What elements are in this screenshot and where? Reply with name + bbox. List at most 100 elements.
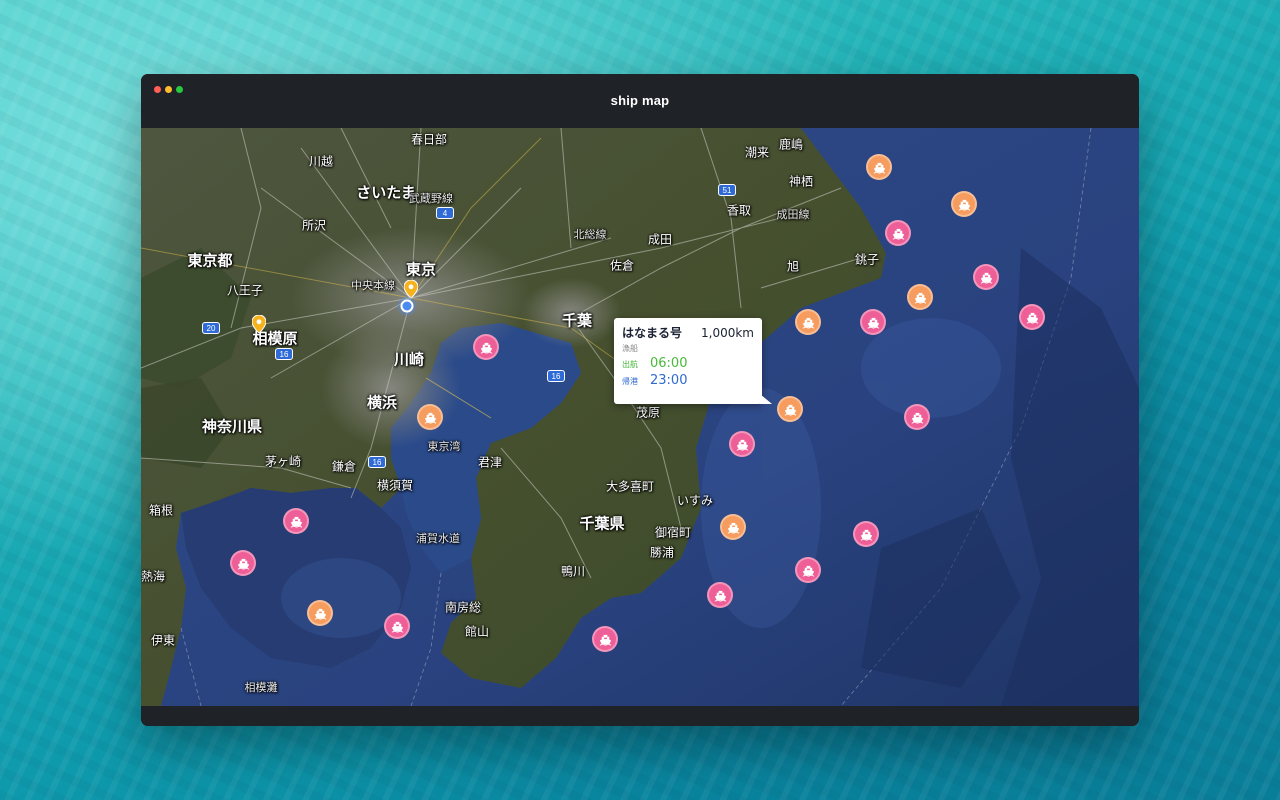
close-window-button[interactable] xyxy=(154,86,161,93)
ship-icon xyxy=(802,565,814,577)
maximize-window-button[interactable] xyxy=(176,86,183,93)
place-label: 銚子 xyxy=(854,252,880,267)
place-label: 千葉県 xyxy=(579,515,625,533)
ship-icon xyxy=(727,522,739,534)
ship-marker[interactable] xyxy=(904,404,930,430)
place-label: 大多喜町 xyxy=(605,479,655,494)
titlebar: ship map xyxy=(141,74,1139,128)
ship-icon xyxy=(424,412,436,424)
place-label: 御宿町 xyxy=(654,525,692,540)
route-shield: 20 xyxy=(202,322,220,334)
place-label: 鎌倉 xyxy=(331,459,357,474)
place-label: 川越 xyxy=(308,154,334,169)
place-label: 東京都 xyxy=(187,252,233,270)
app-window: ship map 春日部 川越 さいたま 武蔵野線 所沢 東京都 東京 中央本線… xyxy=(141,74,1139,726)
status-bar xyxy=(141,706,1139,726)
location-pin-icon[interactable] xyxy=(251,314,267,334)
ship-info-popup[interactable]: はなまる号 1,000km 漁船 出航 06:00 帰港 23:00 xyxy=(614,318,772,404)
ship-icon xyxy=(480,342,492,354)
ship-marker[interactable] xyxy=(885,220,911,246)
place-label: 潮来 xyxy=(744,145,770,160)
route-shield: 16 xyxy=(547,370,565,382)
minimize-window-button[interactable] xyxy=(165,86,172,93)
return-label: 帰港 xyxy=(622,377,638,386)
departure-row: 出航 06:00 xyxy=(622,356,754,371)
place-label: 春日部 xyxy=(410,132,448,147)
place-label: さいたま xyxy=(356,184,416,202)
ship-marker[interactable] xyxy=(853,521,879,547)
place-label: 川崎 xyxy=(393,351,425,369)
ship-icon xyxy=(714,590,726,602)
ship-icon xyxy=(873,162,885,174)
place-label: 八王子 xyxy=(226,283,264,298)
ship-icon xyxy=(237,558,249,570)
route-shield: 16 xyxy=(368,456,386,468)
ship-marker[interactable] xyxy=(860,309,886,335)
ship-icon xyxy=(980,272,992,284)
place-label: 勝浦 xyxy=(649,545,675,560)
ship-marker[interactable] xyxy=(951,191,977,217)
place-label: 箱根 xyxy=(148,503,174,518)
place-label: 鹿嶋 xyxy=(778,137,804,152)
ship-marker[interactable] xyxy=(230,550,256,576)
place-label: 東京湾 xyxy=(427,441,461,453)
place-label: 浦賀水道 xyxy=(416,533,460,545)
current-location-marker xyxy=(400,299,414,313)
ship-icon xyxy=(391,621,403,633)
place-label: 鴨川 xyxy=(560,564,586,579)
ship-marker[interactable] xyxy=(729,431,755,457)
ship-marker[interactable] xyxy=(973,264,999,290)
ship-marker[interactable] xyxy=(707,582,733,608)
satellite-map[interactable]: 春日部 川越 さいたま 武蔵野線 所沢 東京都 東京 中央本線 八王子 相模原 川崎 横浜 神奈川県 茅ヶ… xyxy=(141,128,1139,706)
place-label: 千葉 xyxy=(561,312,593,330)
ship-type: 漁船 xyxy=(622,344,638,353)
ship-marker[interactable] xyxy=(720,514,746,540)
place-label: 熱海 xyxy=(141,569,166,584)
place-label: 香取 xyxy=(726,203,752,218)
departure-time: 06:00 xyxy=(650,356,688,371)
ship-marker[interactable] xyxy=(283,508,309,534)
window-controls xyxy=(154,86,183,93)
ship-marker[interactable] xyxy=(384,613,410,639)
ship-marker[interactable] xyxy=(592,626,618,652)
ship-icon xyxy=(784,404,796,416)
place-label: 横浜 xyxy=(366,394,398,412)
ship-icon xyxy=(914,292,926,304)
ship-marker[interactable] xyxy=(1019,304,1045,330)
departure-label: 出航 xyxy=(622,360,638,369)
place-label: 神奈川県 xyxy=(201,418,263,436)
place-label: 南房総 xyxy=(444,600,482,615)
ship-name: はなまる号 xyxy=(622,326,683,340)
place-label: 神栖 xyxy=(788,174,814,189)
ship-icon xyxy=(911,412,923,424)
ship-icon xyxy=(892,228,904,240)
ship-icon xyxy=(290,516,302,528)
ship-icon xyxy=(958,199,970,211)
ship-marker[interactable] xyxy=(777,396,803,422)
ship-marker[interactable] xyxy=(307,600,333,626)
ship-icon xyxy=(867,317,879,329)
place-label: 館山 xyxy=(464,624,490,639)
place-label: 東京 xyxy=(405,261,437,279)
route-shield: 4 xyxy=(436,207,454,219)
ship-icon xyxy=(860,529,872,541)
ship-marker[interactable] xyxy=(473,334,499,360)
ship-marker[interactable] xyxy=(795,557,821,583)
place-label: いすみ xyxy=(676,493,714,508)
ship-icon xyxy=(314,608,326,620)
ship-icon xyxy=(599,634,611,646)
place-label: 武蔵野線 xyxy=(409,193,453,205)
place-label: 君津 xyxy=(477,455,503,470)
route-shield: 51 xyxy=(718,184,736,196)
ship-icon xyxy=(802,317,814,329)
ship-marker[interactable] xyxy=(866,154,892,180)
place-label: 成田線 xyxy=(776,209,810,221)
location-pin-icon[interactable] xyxy=(403,279,419,299)
ship-marker[interactable] xyxy=(907,284,933,310)
ship-marker[interactable] xyxy=(417,404,443,430)
place-label: 横須賀 xyxy=(376,478,414,493)
place-label: 所沢 xyxy=(301,218,327,233)
place-label: 茅ヶ崎 xyxy=(264,454,302,469)
place-label: 茂原 xyxy=(635,405,661,420)
ship-marker[interactable] xyxy=(795,309,821,335)
